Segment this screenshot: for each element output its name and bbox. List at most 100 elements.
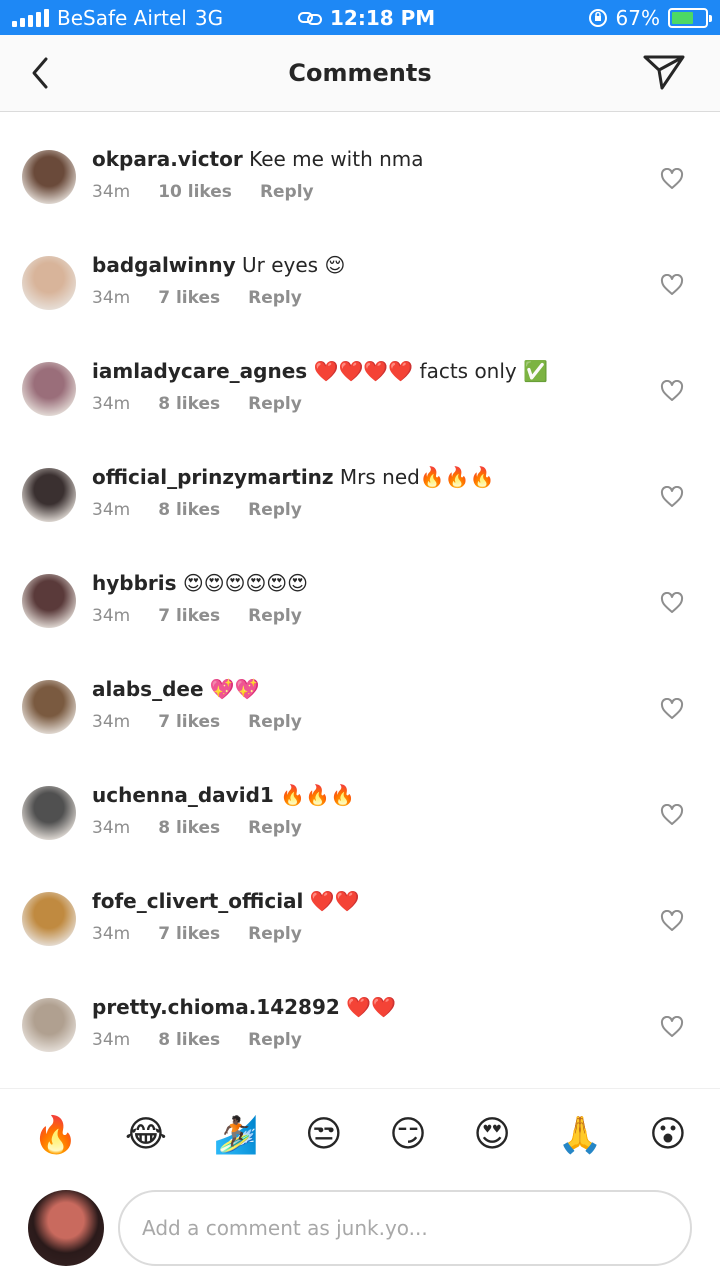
comment-username[interactable]: pretty.chioma.142892 — [92, 995, 340, 1019]
comment-likes[interactable]: 7 likes — [158, 606, 220, 626]
comment-row: badgalwinny Ur eyes 😌 34m 7 likes Reply — [0, 218, 720, 324]
avatar-image — [22, 362, 76, 416]
comment-likes[interactable]: 8 likes — [158, 394, 220, 414]
heart-icon[interactable] — [660, 698, 684, 720]
comment-text: ❤️❤️ — [346, 995, 396, 1019]
comment-body: iamladycare_agnes ❤️❤️❤️❤️ facts only ✅ 3… — [92, 358, 630, 414]
heart-icon[interactable] — [660, 486, 684, 508]
avatar[interactable] — [22, 892, 76, 946]
reply-button[interactable]: Reply — [248, 712, 302, 732]
avatar[interactable] — [22, 680, 76, 734]
heart-icon[interactable] — [660, 910, 684, 932]
carrier-name: BeSafe Airtel — [57, 6, 187, 30]
comment-likes[interactable]: 7 likes — [158, 712, 220, 732]
avatar-image — [22, 256, 76, 310]
heart-icon[interactable] — [660, 380, 684, 402]
comment-text-line: official_prinzymartinz Mrs ned🔥🔥🔥 — [92, 464, 630, 490]
status-bar: BeSafe Airtel 3G 12:18 PM 67% — [0, 0, 720, 35]
comment-row: alabs_dee 💖💖 34m 7 likes Reply — [0, 642, 720, 748]
comment-text-line: okpara.victor Kee me with nma — [92, 146, 630, 172]
comment-time: 34m — [92, 818, 131, 838]
reply-button[interactable]: Reply — [260, 182, 314, 202]
comment-meta: 34m 7 likes Reply — [92, 606, 630, 626]
comment-text-line: alabs_dee 💖💖 — [92, 676, 630, 702]
comment-body: pretty.chioma.142892 ❤️❤️ 34m 8 likes Reply — [92, 994, 630, 1050]
reply-button[interactable]: Reply — [248, 1030, 302, 1050]
comment-likes[interactable]: 8 likes — [158, 1030, 220, 1050]
comment-username[interactable]: hybbris — [92, 571, 177, 595]
comment-body: alabs_dee 💖💖 34m 7 likes Reply — [92, 676, 630, 732]
comment-time: 34m — [92, 182, 131, 202]
avatar[interactable] — [22, 574, 76, 628]
comment-row: okpara.victor Kee me with nma 34m 10 likes… — [0, 112, 720, 218]
heart-icon[interactable] — [660, 1016, 684, 1038]
reply-button[interactable]: Reply — [248, 500, 302, 520]
avatar[interactable] — [22, 786, 76, 840]
comment-body: okpara.victor Kee me with nma 34m 10 likes… — [92, 146, 630, 202]
reply-button[interactable]: Reply — [248, 924, 302, 944]
heart-icon[interactable] — [660, 274, 684, 296]
page-title: Comments — [288, 59, 432, 87]
avatar-image — [22, 468, 76, 522]
comment-likes[interactable]: 8 likes — [158, 818, 220, 838]
reply-button[interactable]: Reply — [248, 394, 302, 414]
comment-likes[interactable]: 7 likes — [158, 924, 220, 944]
heart-icon[interactable] — [660, 592, 684, 614]
emoji-button[interactable]: 😮 — [649, 1114, 687, 1155]
comment-meta: 34m 8 likes Reply — [92, 394, 630, 414]
comment-body: official_prinzymartinz Mrs ned🔥🔥🔥 34m 8 li… — [92, 464, 630, 520]
comment-time: 34m — [92, 606, 131, 626]
avatar[interactable] — [22, 468, 76, 522]
comment-username[interactable]: iamladycare_agnes — [92, 359, 307, 383]
comment-username[interactable]: uchenna_david1 — [92, 783, 274, 807]
send-icon[interactable] — [642, 53, 686, 91]
comment-row: hybbris 😍😍😍😍😍😍 34m 7 likes Reply — [0, 536, 720, 642]
avatar[interactable] — [22, 998, 76, 1052]
comment-body: fofe_clivert_official ❤️❤️ 34m 7 likes Repl… — [92, 888, 630, 944]
comment-likes[interactable]: 10 likes — [158, 182, 232, 202]
reply-button[interactable]: Reply — [248, 606, 302, 626]
battery-fill — [672, 12, 694, 24]
avatar-image — [22, 574, 76, 628]
comment-meta: 34m 7 likes Reply — [92, 288, 630, 308]
status-center: 12:18 PM — [298, 6, 435, 30]
comment-body: hybbris 😍😍😍😍😍😍 34m 7 likes Reply — [92, 570, 630, 626]
signal-icon — [12, 9, 49, 27]
reply-button[interactable]: Reply — [248, 288, 302, 308]
comment-text: 🔥🔥🔥 — [280, 783, 355, 807]
comment-username[interactable]: fofe_clivert_official — [92, 889, 303, 913]
comment-time: 34m — [92, 1030, 131, 1050]
comment-username[interactable]: alabs_dee — [92, 677, 204, 701]
emoji-button[interactable]: 🏄🏿 — [214, 1114, 259, 1156]
emoji-button[interactable]: 😏 — [389, 1114, 427, 1155]
comment-meta: 34m 7 likes Reply — [92, 712, 630, 732]
comment-text-line: fofe_clivert_official ❤️❤️ — [92, 888, 630, 914]
heart-icon[interactable] — [660, 168, 684, 190]
heart-icon[interactable] — [660, 804, 684, 826]
emoji-button[interactable]: 🙏 — [558, 1114, 603, 1156]
comment-text: ❤️❤️ — [309, 889, 360, 913]
status-left: BeSafe Airtel 3G — [12, 6, 223, 30]
comment-username[interactable]: okpara.victor — [92, 147, 243, 171]
emoji-button[interactable]: 😒 — [305, 1114, 343, 1155]
comment-meta: 34m 10 likes Reply — [92, 182, 630, 202]
comment-row: uchenna_david1 🔥🔥🔥 34m 8 likes Reply — [0, 748, 720, 854]
avatar[interactable] — [22, 150, 76, 204]
comment-likes[interactable]: 7 likes — [158, 288, 220, 308]
status-right: 67% — [588, 6, 712, 30]
comment-username[interactable]: official_prinzymartinz — [92, 465, 334, 489]
reply-button[interactable]: Reply — [248, 818, 302, 838]
battery-percent: 67% — [615, 6, 660, 30]
avatar[interactable] — [22, 256, 76, 310]
comment-text-line: pretty.chioma.142892 ❤️❤️ — [92, 994, 630, 1020]
comment-likes[interactable]: 8 likes — [158, 500, 220, 520]
comment-input[interactable] — [118, 1190, 692, 1266]
avatar-image — [22, 892, 76, 946]
emoji-button[interactable]: 😍 — [473, 1114, 511, 1155]
comment-username[interactable]: badgalwinny — [92, 253, 236, 277]
comment-meta: 34m 7 likes Reply — [92, 924, 630, 944]
avatar[interactable] — [22, 362, 76, 416]
emoji-button[interactable]: 🔥 — [33, 1114, 78, 1156]
emoji-button[interactable]: 😂 — [125, 1114, 167, 1155]
comment-body: uchenna_david1 🔥🔥🔥 34m 8 likes Reply — [92, 782, 630, 838]
